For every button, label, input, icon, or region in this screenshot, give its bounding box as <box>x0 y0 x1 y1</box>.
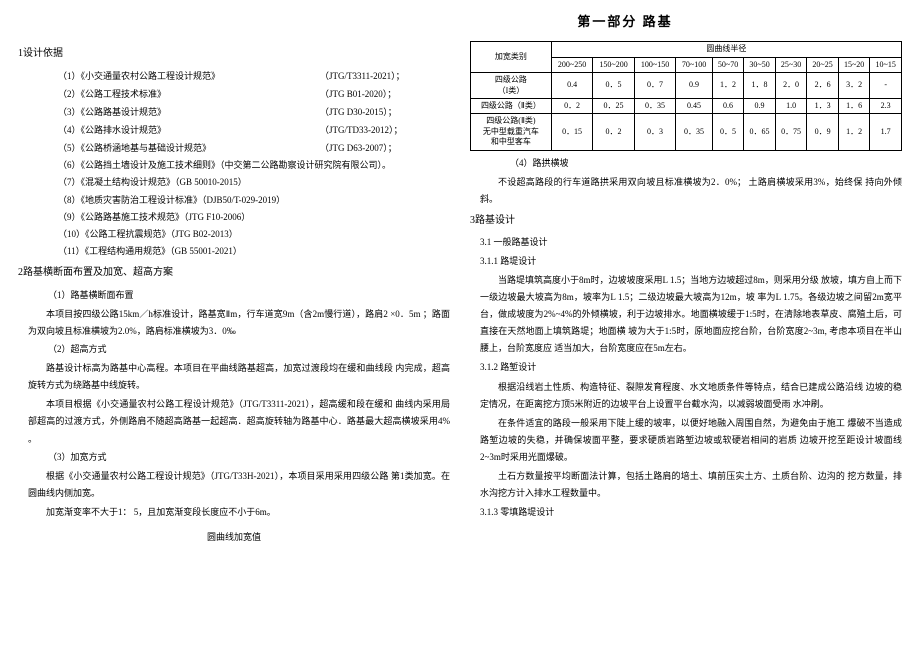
ref-code: （JTG/TD33-2012）； <box>320 121 450 139</box>
table-cell: 四级公路 （I类） <box>471 73 552 99</box>
subheading: （4）路拱横坡 <box>510 155 902 172</box>
table-cell: 1.0 <box>775 98 807 113</box>
table-cell: 1．2 <box>712 73 744 99</box>
table-cell: 1．2 <box>838 114 870 150</box>
paragraph: 路基设计标高为路基中心高程。本项目在平曲线路基超高，加宽过渡段均在缓和曲线段 内… <box>28 360 450 394</box>
ref-item: （2）《公路工程技术标准》 （JTG B01-2020）； <box>58 85 450 103</box>
table-cell: 2.3 <box>870 98 902 113</box>
left-column: 1设计依据 （1）《小交通量农村公路工程设计规范》 （JTG/T3311-202… <box>18 41 450 545</box>
ref-item: （6）《公路挡土墙设计及施工技术细则》（中交第二公路勘察设计研究院有限公司）。 <box>58 157 450 174</box>
table-row: 加宽类别 圆曲线半径 <box>471 42 902 57</box>
table-header: 25~30 <box>775 57 807 72</box>
subheading: 3.1.1 路堤设计 <box>480 253 902 270</box>
ref-item: （3）《公路路基设计规范》 （JTG D30-2015）； <box>58 103 450 121</box>
ref-label: （5）《公路桥涵地基与基础设计规范》 <box>58 139 320 157</box>
paragraph: 本项目按四级公路15km／h标准设计，路基宽Ⅱm，行车道宽9m（含2m慢行道），… <box>28 306 450 340</box>
table-cell: 0．15 <box>551 114 592 150</box>
ref-label: （4）《公路排水设计规范》 <box>58 121 320 139</box>
paragraph: 加宽渐变率不大于1： 5，且加宽渐变段长度应不小于6m。 <box>28 504 450 521</box>
table-cell: 1．6 <box>838 98 870 113</box>
table-header: 圆曲线半径 <box>551 42 901 57</box>
table-cell: 2．0 <box>775 73 807 99</box>
table-header: 200~250 <box>551 57 592 72</box>
subheading: （1）路基横断面布置 <box>48 286 450 304</box>
table-cell: 四级公路(Ⅱ类) 无中型载重汽车 和中型客车 <box>471 114 552 150</box>
table-cell: 0．7 <box>634 73 675 99</box>
ref-code: （JTG B01-2020）； <box>320 85 450 103</box>
table-row: 四级公路 （I类） 0.4 0．5 0．7 0.9 1．2 1．8 2．0 2．… <box>471 73 902 99</box>
paragraph: 在条件适宜的路段一般采用下陡上缓的坡率，以便好地融入周围自然，为避免由于施工 爆… <box>480 415 902 466</box>
table-header: 150~200 <box>593 57 634 72</box>
table-cell: 0．35 <box>634 98 675 113</box>
ref-code: （JTG/T3311-2021）； <box>320 67 450 85</box>
table-cell: 0．3 <box>634 114 675 150</box>
heading-1-design-basis: 1设计依据 <box>18 45 450 63</box>
paragraph: 根据沿线岩土性质、构造特征、裂隙发育程度、水文地质条件等特点，结合已建成公路沿线… <box>480 379 902 413</box>
ref-label: （3）《公路路基设计规范》 <box>58 103 320 121</box>
ref-label: （2）《公路工程技术标准》 <box>58 85 320 103</box>
ref-item: （11）《工程结构通用规范》（GB 55001-2021） <box>58 243 450 260</box>
table-cell: 0．9 <box>807 114 839 150</box>
table-cell: 0．25 <box>593 98 634 113</box>
ref-item: （10）《公路工程抗震规范》（JTG B02-2013） <box>58 226 450 243</box>
paragraph: 土石方数量按平均断面法计算，包括土路肩的培土、填前压实土方、土质台阶、边沟的 挖… <box>480 468 902 502</box>
table-header: 20~25 <box>807 57 839 72</box>
table-cell: 0.45 <box>676 98 713 113</box>
ref-item: （5）《公路桥涵地基与基础设计规范》 （JTG D63-2007）； <box>58 139 450 157</box>
table-cell: 1．3 <box>807 98 839 113</box>
ref-item: （7）《混凝土结构设计规范》（GB 50010-2015） <box>58 174 450 191</box>
ref-code: （JTG D63-2007）； <box>320 139 450 157</box>
subheading: （3）加宽方式 <box>48 448 450 466</box>
subheading: 3.1 一般路基设计 <box>480 234 902 251</box>
table-cell: 1.7 <box>870 114 902 150</box>
table-caption: 圆曲线加宽值 <box>18 529 450 545</box>
table-header: 50~70 <box>712 57 744 72</box>
ref-item: （9）《公路路基施工技术规范》（JTG F10-2006） <box>58 209 450 226</box>
ref-item: （4）《公路排水设计规范》 （JTG/TD33-2012）； <box>58 121 450 139</box>
table-cell: 1．8 <box>744 73 776 99</box>
table-cell: 四级公路（Ⅱ类） <box>471 98 552 113</box>
ref-code: （JTG D30-2015）； <box>320 103 450 121</box>
table-cell: 0．35 <box>676 114 713 150</box>
heading-2-cross-section: 2路基横断面布置及加宽、超高方案 <box>18 264 450 282</box>
table-header: 100~150 <box>634 57 675 72</box>
paragraph: 当路堤填筑高度小于8m时，边坡坡度采用L 1.5；当地方边坡超过8m，则采用分级… <box>480 272 902 357</box>
paragraph: 不设超高路段的行车道路拱采用双向坡且标准横坡为2．0%； 土路肩横坡采用3%，始… <box>480 174 902 208</box>
page-columns: 1设计依据 （1）《小交通量农村公路工程设计规范》 （JTG/T3311-202… <box>18 41 902 545</box>
table-cell: 0.9 <box>744 98 776 113</box>
table-cell: 2．6 <box>807 73 839 99</box>
ref-label: （1）《小交通量农村公路工程设计规范》 <box>58 67 320 85</box>
table-cell: 0.4 <box>551 73 592 99</box>
table-cell: 0．2 <box>593 114 634 150</box>
table-cell: 0.6 <box>712 98 744 113</box>
table-cell: 0．75 <box>775 114 807 150</box>
subheading: （2）超高方式 <box>48 340 450 358</box>
widening-table: 加宽类别 圆曲线半径 200~250 150~200 100~150 70~10… <box>470 41 902 150</box>
ref-item: （1）《小交通量农村公路工程设计规范》 （JTG/T3311-2021）； <box>58 67 450 85</box>
subheading: 3.1.2 路堑设计 <box>480 359 902 376</box>
right-column: 加宽类别 圆曲线半径 200~250 150~200 100~150 70~10… <box>470 41 902 545</box>
table-cell: 0．2 <box>551 98 592 113</box>
ref-item: （8）《地质灾害防治工程设计标准》（DJB50/T-029-2019） <box>58 192 450 209</box>
part-title: 第一部分 路基 <box>348 10 902 33</box>
table-cell: 3．2 <box>838 73 870 99</box>
table-header: 30~50 <box>744 57 776 72</box>
table-header: 加宽类别 <box>471 42 552 73</box>
paragraph: 本项目根据《小交通量农村公路工程设计规范》（JTG/T3311-2021），超高… <box>28 396 450 447</box>
table-cell: 0．65 <box>744 114 776 150</box>
paragraph: 根据《小交通量农村公路工程设计规范》（JTG/T33H-2021），本项目采用采… <box>28 468 450 502</box>
table-header: 15~20 <box>838 57 870 72</box>
table-header: 10~15 <box>870 57 902 72</box>
table-header: 70~100 <box>676 57 713 72</box>
subheading: 3.1.3 零填路堤设计 <box>480 504 902 521</box>
table-cell: 0．5 <box>712 114 744 150</box>
table-row: 四级公路（Ⅱ类） 0．2 0．25 0．35 0.45 0.6 0.9 1.0 … <box>471 98 902 113</box>
table-cell: - <box>870 73 902 99</box>
table-cell: 0．5 <box>593 73 634 99</box>
table-cell: 0.9 <box>676 73 713 99</box>
heading-3-roadbed-design: 3路基设计 <box>470 212 902 230</box>
